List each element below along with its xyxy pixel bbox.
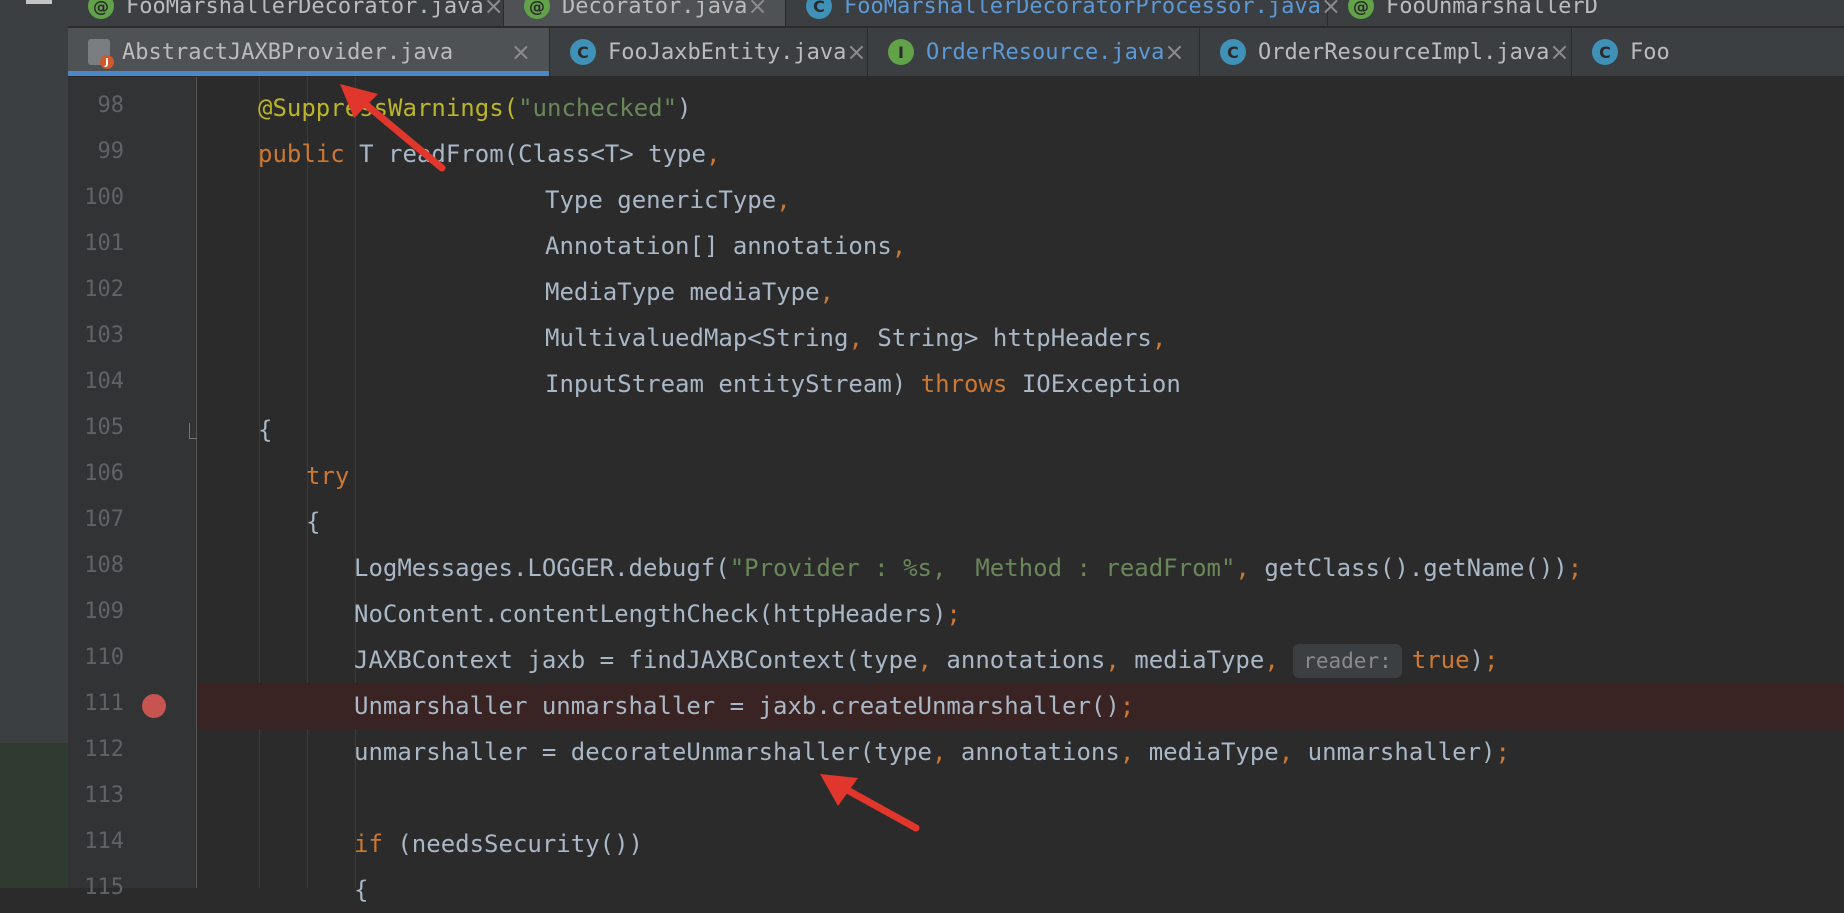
annotation-icon: @ bbox=[88, 0, 114, 19]
code-line-107: { bbox=[306, 508, 321, 536]
tab-abstract-jaxb-provider[interactable]: AbstractJAXBProvider.java × bbox=[68, 28, 550, 76]
tab-order-resource[interactable]: I OrderResource.java × bbox=[868, 28, 1200, 76]
line-number: 99 bbox=[97, 139, 125, 164]
tool-window-strip bbox=[0, 0, 69, 888]
editor-tabs-row-2: AbstractJAXBProvider.java × C FooJaxbEnt… bbox=[68, 28, 1844, 77]
line-number: 105 bbox=[84, 415, 124, 440]
annotation-arrow-tab bbox=[340, 84, 446, 172]
class-icon: C bbox=[1220, 39, 1246, 65]
code-line-100: Type genericType, bbox=[545, 186, 791, 214]
class-icon: C bbox=[570, 39, 596, 65]
line-number: 109 bbox=[84, 599, 124, 624]
tab-label: FooUnmarshallerD bbox=[1386, 0, 1598, 19]
code-line-115: { bbox=[354, 876, 369, 904]
line-number: 100 bbox=[84, 185, 124, 210]
tab-order-resource-impl[interactable]: C OrderResourceImpl.java × bbox=[1200, 28, 1572, 76]
line-number: 111 bbox=[84, 691, 124, 716]
tab-decorator[interactable]: @ Decorator.java × bbox=[504, 0, 786, 26]
interface-icon: I bbox=[888, 39, 914, 65]
tab-label: OrderResource.java bbox=[926, 39, 1165, 65]
class-icon: C bbox=[1592, 39, 1618, 65]
close-icon[interactable]: × bbox=[1549, 38, 1569, 66]
line-number: 108 bbox=[84, 553, 124, 578]
annotation-icon: @ bbox=[524, 0, 550, 19]
code-line-111: Unmarshaller unmarshaller = jaxb.createU… bbox=[197, 683, 1844, 729]
code-line-105: { bbox=[258, 416, 273, 444]
line-number: 114 bbox=[84, 829, 124, 854]
line-number: 112 bbox=[84, 737, 124, 762]
tab-label: AbstractJAXBProvider.java bbox=[122, 39, 454, 65]
class-icon: C bbox=[806, 0, 832, 19]
close-icon[interactable]: × bbox=[846, 38, 866, 66]
close-icon[interactable]: × bbox=[1164, 38, 1184, 66]
tab-foo-jaxb-entity[interactable]: C FooJaxbEntity.java × bbox=[550, 28, 868, 76]
close-icon[interactable]: × bbox=[747, 0, 767, 20]
line-number: 104 bbox=[84, 369, 124, 394]
java-file-icon bbox=[88, 39, 114, 69]
tab-foo-marshaller-decorator-processor[interactable]: C FooMarshallerDecoratorProcessor.java × bbox=[786, 0, 1341, 26]
tab-label: OrderResourceImpl.java bbox=[1258, 39, 1550, 65]
line-number: 101 bbox=[84, 231, 124, 256]
line-number: 107 bbox=[84, 507, 124, 532]
code-editor[interactable]: @SuppressWarnings("unchecked") public T … bbox=[197, 77, 1844, 904]
tab-label: FooMarshallerDecoratorProcessor.java bbox=[844, 0, 1321, 19]
tab-label: FooMarshallerDecorator.java bbox=[126, 0, 484, 19]
line-number: 113 bbox=[84, 783, 124, 808]
parameter-hint: reader: bbox=[1293, 644, 1402, 678]
line-number: 102 bbox=[84, 277, 124, 302]
code-line-103: MultivaluedMap<String, String> httpHeade… bbox=[545, 324, 1167, 352]
line-number: 110 bbox=[84, 645, 124, 670]
tab-label: FooJaxbEntity.java bbox=[608, 39, 847, 65]
code-line-108: LogMessages.LOGGER.debugf("Provider : %s… bbox=[354, 554, 1583, 582]
code-line-104: InputStream entityStream) throws IOExcep… bbox=[545, 370, 1181, 398]
line-number: 103 bbox=[84, 323, 124, 348]
tab-label: Foo bbox=[1630, 39, 1670, 65]
close-icon[interactable]: × bbox=[511, 38, 531, 66]
editor-tabs-row-1: @ FooMarshallerDecorator.java × @ Decora… bbox=[68, 0, 1844, 27]
code-line-114: if (needsSecurity()) bbox=[354, 830, 643, 858]
line-number: 98 bbox=[97, 93, 125, 118]
close-icon[interactable]: × bbox=[484, 0, 504, 20]
tab-foo-marshaller-decorator[interactable]: @ FooMarshallerDecorator.java × bbox=[68, 0, 504, 26]
tab-label: Decorator.java bbox=[562, 0, 748, 19]
code-line-106: try bbox=[306, 462, 350, 490]
status-panel bbox=[0, 743, 68, 888]
code-line-109: NoContent.contentLengthCheck(httpHeaders… bbox=[354, 600, 961, 628]
tab-foo-overflow[interactable]: C Foo bbox=[1572, 28, 1844, 76]
annotation-arrow-decorate bbox=[820, 774, 920, 832]
code-line-101: Annotation[] annotations, bbox=[545, 232, 907, 260]
code-line-112: unmarshaller = decorateUnmarshaller(type… bbox=[354, 738, 1510, 766]
editor-gutter[interactable]: 98 99 100 101 102 103 104 105 106 107 10… bbox=[68, 77, 203, 900]
line-number: 106 bbox=[84, 461, 124, 486]
annotation-icon: @ bbox=[1348, 0, 1374, 19]
code-line-110: JAXBContext jaxb = findJAXBContext(type,… bbox=[197, 637, 1844, 683]
code-line-102: MediaType mediaType, bbox=[545, 278, 834, 306]
breakpoint-icon[interactable] bbox=[142, 694, 166, 718]
hamburger-icon[interactable] bbox=[26, 0, 52, 4]
tab-foo-unmarshaller-decorator[interactable]: @ FooUnmarshallerD bbox=[1328, 0, 1844, 26]
